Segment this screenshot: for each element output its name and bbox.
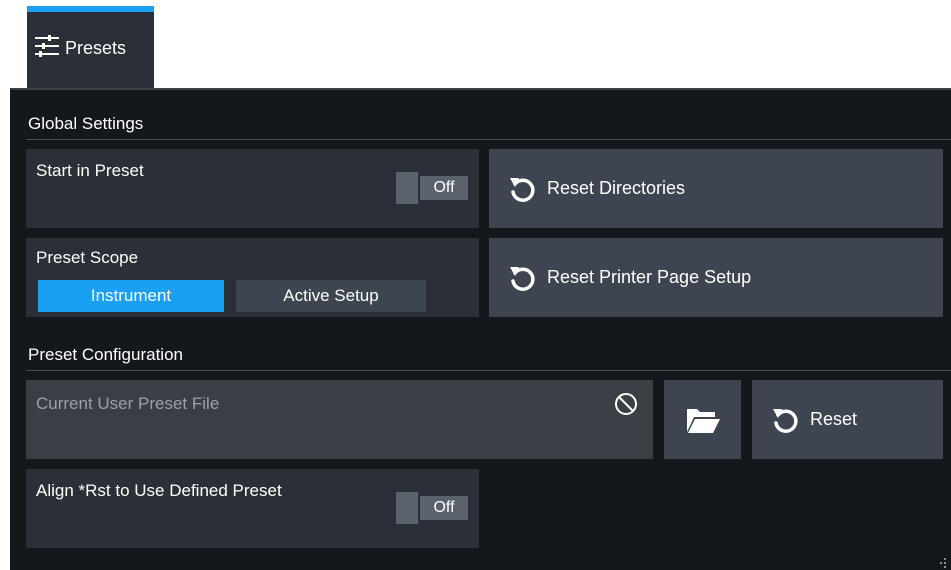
toggle-value: Off <box>420 176 468 200</box>
clear-icon[interactable] <box>614 392 638 416</box>
tab-label: Presets <box>65 38 127 58</box>
preset-configuration-title: Preset Configuration <box>28 345 183 364</box>
reset-arrow-icon <box>510 266 535 291</box>
toggle-value: Off <box>420 496 468 520</box>
global-settings-title: Global Settings <box>28 114 144 133</box>
resize-grip-icon[interactable] <box>936 556 948 568</box>
scope-option-active-setup[interactable]: Active Setup <box>236 280 426 312</box>
global-settings-divider <box>26 139 951 140</box>
reset-label: Reset <box>810 409 858 429</box>
reset-printer-page-setup-button[interactable]: Reset Printer Page Setup <box>489 238 943 317</box>
user-preset-file-placeholder: Current User Preset File <box>36 394 220 413</box>
reset-button[interactable]: Reset <box>752 380 943 459</box>
tab-active-indicator <box>27 6 154 12</box>
start-in-preset-card: Start in Preset Off <box>26 149 479 228</box>
user-preset-file-field[interactable]: Current User Preset File <box>26 380 653 459</box>
reset-printer-page-setup-label: Reset Printer Page Setup <box>547 267 752 287</box>
preset-configuration-divider <box>26 370 951 371</box>
reset-directories-label: Reset Directories <box>547 178 686 198</box>
preset-scope-label: Preset Scope <box>36 248 139 267</box>
reset-arrow-icon <box>510 177 535 202</box>
start-in-preset-label: Start in Preset <box>36 161 144 180</box>
align-rst-label: Align *Rst to Use Defined Preset <box>36 481 282 500</box>
start-in-preset-toggle[interactable]: Off <box>396 172 472 204</box>
browse-folder-button[interactable] <box>664 380 741 459</box>
preset-scope-card: Preset Scope Instrument Active Setup <box>26 238 479 317</box>
folder-open-icon <box>686 408 720 433</box>
align-rst-toggle[interactable]: Off <box>396 492 472 524</box>
scope-option-instrument[interactable]: Instrument <box>38 280 224 312</box>
reset-arrow-icon <box>773 408 798 433</box>
toggle-knob <box>396 492 418 524</box>
reset-directories-button[interactable]: Reset Directories <box>489 149 943 228</box>
align-rst-card: Align *Rst to Use Defined Preset Off <box>26 469 479 548</box>
toggle-knob <box>396 172 418 204</box>
sliders-icon <box>35 35 59 57</box>
